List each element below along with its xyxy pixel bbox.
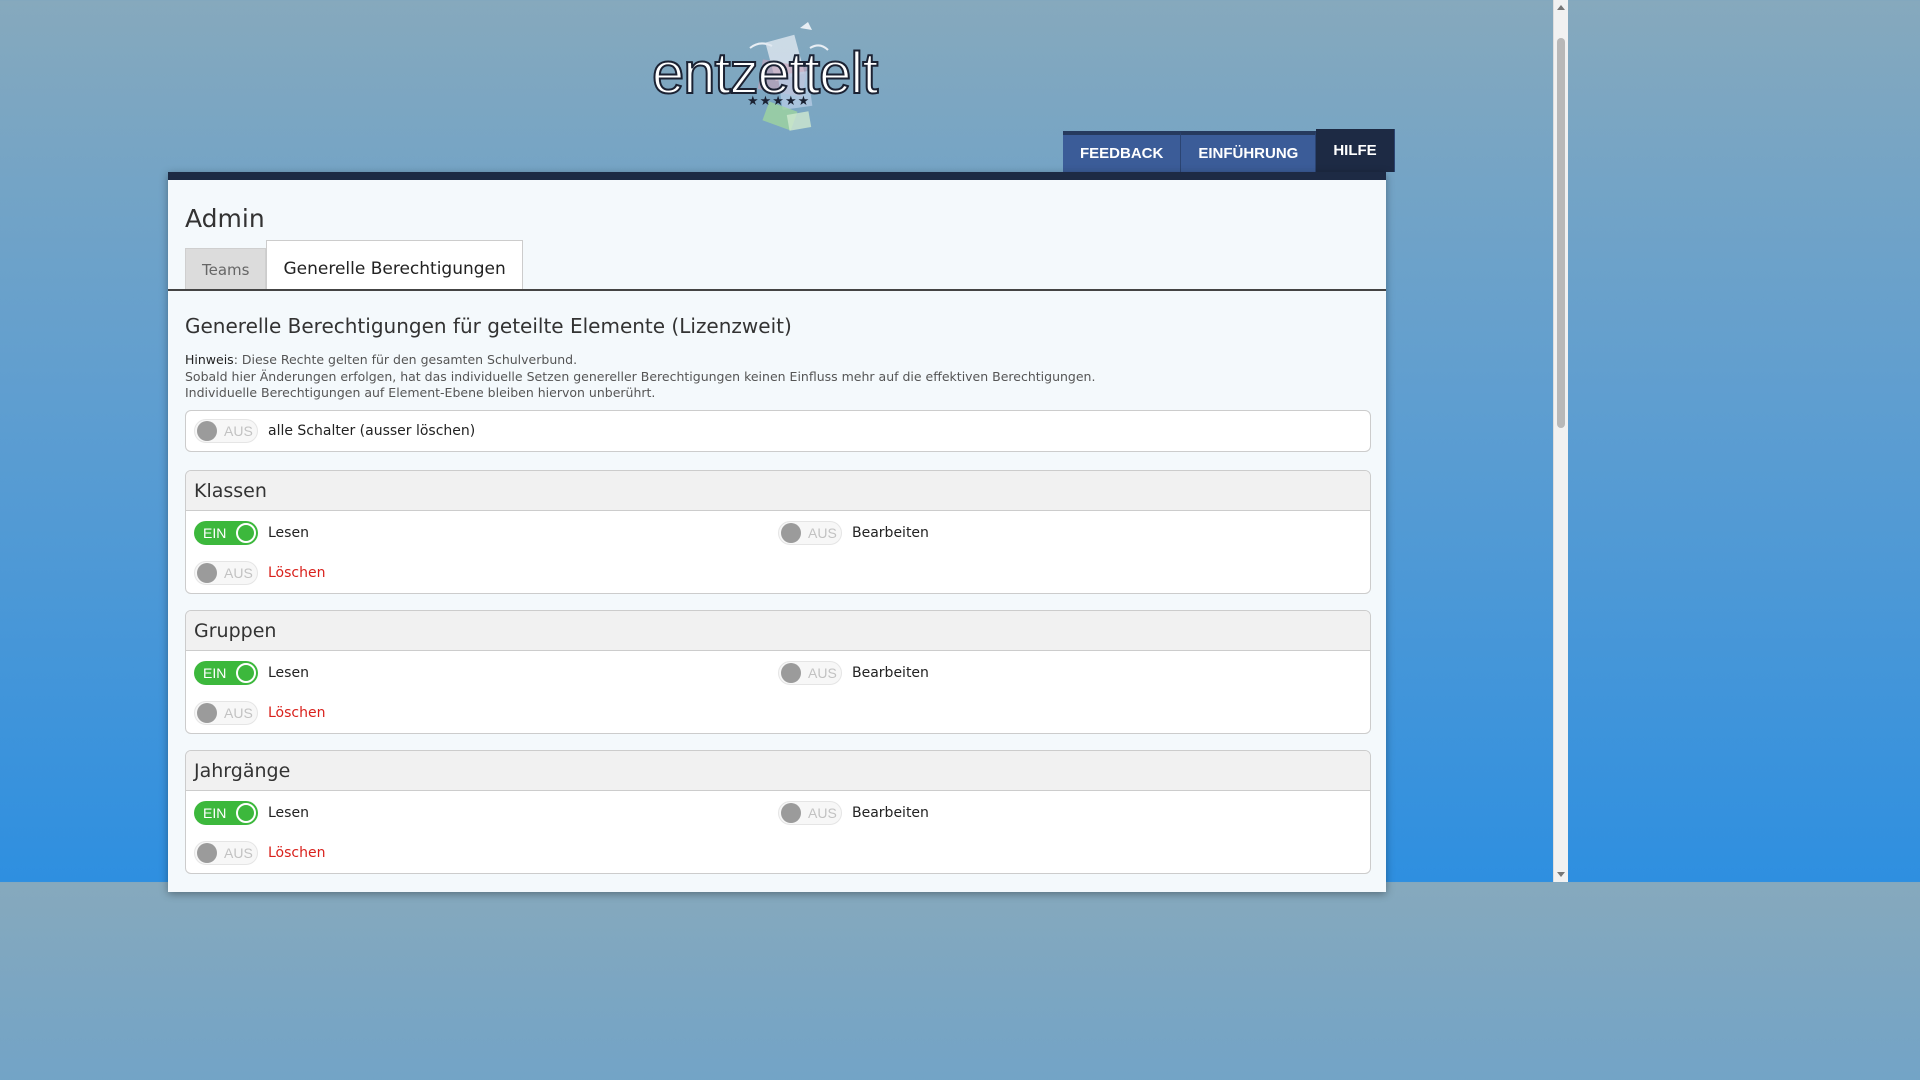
top-nav: FEEDBACK EINFÜHRUNG HILFE [1063,129,1395,172]
perm-delete: AUS Löschen [194,561,325,585]
perm-edit-label: Bearbeiten [852,805,929,821]
panel-klassen: Klassen EIN Lesen AUS Bearbeiten AUS Lös… [185,470,1371,594]
toggle-text: EIN [203,805,227,821]
panel-jahrgaenge: Jahrgänge EIN Lesen AUS Bearbeiten AUS L… [185,750,1371,874]
hint-line-1: : Diese Rechte gelten für den gesamten S… [233,352,578,367]
perm-delete: AUS Löschen [194,701,325,725]
toggle-text: AUS [808,805,837,821]
toggle-text: AUS [224,705,253,721]
scroll-up-arrow-icon[interactable] [1557,5,1565,10]
perm-delete-label: Löschen [268,705,326,721]
perm-edit: AUS Bearbeiten [778,801,929,825]
toggle-knob [781,523,801,543]
gruppen-delete-toggle[interactable]: AUS [194,701,258,725]
all-switches-box: AUS alle Schalter (ausser löschen) [185,410,1371,452]
section-title: Generelle Berechtigungen für geteilte El… [185,314,792,338]
toggle-text: EIN [203,525,227,541]
toggle-text: AUS [224,565,253,581]
toggle-knob [236,523,256,543]
tab-generelle-berechtigungen[interactable]: Generelle Berechtigungen [266,240,523,290]
gruppen-read-toggle[interactable]: EIN [194,661,258,685]
panel-gruppen: Gruppen EIN Lesen AUS Bearbeiten AUS Lös… [185,610,1371,734]
klassen-edit-toggle[interactable]: AUS [778,521,842,545]
page-title: Admin [185,204,265,233]
all-switches-toggle[interactable]: AUS [194,419,258,443]
toggle-knob [197,703,217,723]
perm-read: EIN Lesen [194,801,309,825]
perm-edit: AUS Bearbeiten [778,521,929,545]
perm-edit-label: Bearbeiten [852,525,929,541]
perm-read-label: Lesen [268,665,309,681]
toggle-knob [236,803,256,823]
panel-title: Klassen [186,471,1370,511]
perm-read-label: Lesen [268,525,309,541]
logo-stars: ★★★★★ [747,94,811,109]
toggle-knob [197,421,217,441]
toggle-knob [236,663,256,683]
scrollbar-thumb[interactable] [1557,38,1565,428]
scroll-down-arrow-icon[interactable] [1557,872,1565,877]
perm-read-label: Lesen [268,805,309,821]
panel-title: Gruppen [186,611,1370,651]
perm-read: EIN Lesen [194,521,309,545]
toggle-text: AUS [808,665,837,681]
gruppen-edit-toggle[interactable]: AUS [778,661,842,685]
toggle-text: AUS [808,525,837,541]
klassen-read-toggle[interactable]: EIN [194,521,258,545]
hint-text: Hinweis: Diese Rechte gelten für den ges… [185,352,1095,402]
hint-line-2: Sobald hier Änderungen erfolgen, hat das… [185,368,1096,384]
jahrgaenge-edit-toggle[interactable]: AUS [778,801,842,825]
perm-edit: AUS Bearbeiten [778,661,929,685]
perm-edit-label: Bearbeiten [852,665,929,681]
toggle-knob [781,663,801,683]
toggle-text: AUS [224,423,253,439]
jahrgaenge-read-toggle[interactable]: EIN [194,801,258,825]
perm-delete-label: Löschen [268,565,326,581]
main-card: Admin Teams Generelle Berechtigungen Gen… [168,172,1386,892]
toggle-knob [197,843,217,863]
page-scrollbar[interactable] [1553,0,1568,882]
hint-line-3: Individuelle Berechtigungen auf Element-… [185,385,656,400]
toggle-text: EIN [203,665,227,681]
toggle-text: AUS [224,845,253,861]
klassen-delete-toggle[interactable]: AUS [194,561,258,585]
perm-delete: AUS Löschen [194,841,325,865]
perm-delete-label: Löschen [268,845,326,861]
tab-teams[interactable]: Teams [185,248,267,290]
nav-einfuehrung-button[interactable]: EINFÜHRUNG [1181,131,1317,172]
tab-divider [168,289,1386,291]
toggle-knob [781,803,801,823]
perm-read: EIN Lesen [194,661,309,685]
tab-bar: Teams Generelle Berechtigungen [185,240,523,290]
toggle-knob [197,563,217,583]
jahrgaenge-delete-toggle[interactable]: AUS [194,841,258,865]
nav-feedback-button[interactable]: FEEDBACK [1063,131,1182,172]
nav-hilfe-button[interactable]: HILFE [1316,129,1395,172]
logo[interactable]: entzettelt entzettelt ★★★★★ [650,10,910,140]
panel-title: Jahrgänge [186,751,1370,791]
hint-label: Hinweis [185,352,234,367]
all-switches-label: alle Schalter (ausser löschen) [268,423,476,439]
